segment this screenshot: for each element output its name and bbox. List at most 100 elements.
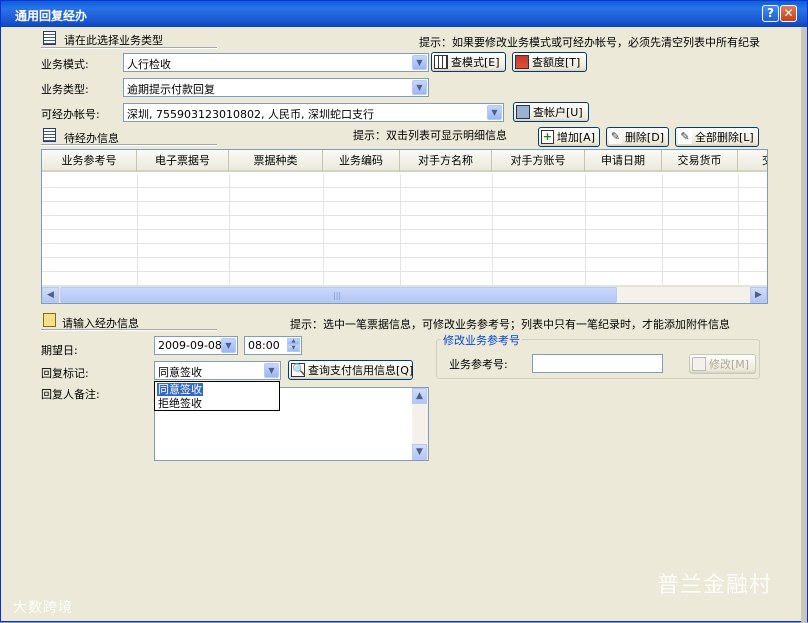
query-limit-button[interactable]: 查额度[T]: [512, 52, 587, 72]
account-label: 可经办帐号:: [41, 108, 100, 121]
window-title: 通用回复经办: [15, 9, 88, 23]
dialog-window: 通用回复经办 ? ✕ 请在此选择业务类型 提示：如果要修改业务模式或可经办帐号，…: [0, 0, 808, 623]
date-picker[interactable]: 2009-09-08 ▼: [154, 336, 238, 355]
query-mode-label: 查模式[E]: [451, 56, 500, 69]
column-header[interactable]: 交易货币: [662, 150, 738, 172]
vertical-scrollbar[interactable]: ▲ ▼: [412, 388, 428, 460]
section-pending-hint: 提示：双击列表可显示明细信息: [353, 129, 507, 142]
section-divider: [41, 329, 217, 331]
account-select-value: 深圳, 755903123010802, 人民币, 深圳蛇口支行: [127, 108, 374, 121]
scroll-down-icon[interactable]: ▼: [412, 444, 427, 460]
date-label: 期望日:: [41, 344, 78, 357]
modify-label: 修改[M]: [709, 358, 750, 371]
dropdown-option[interactable]: 同意签收: [157, 383, 203, 396]
spin-up-icon[interactable]: ▲: [287, 338, 300, 345]
delete-button[interactable]: ✎ 删除[D]: [606, 127, 669, 147]
reply-label: 回复标记:: [41, 367, 89, 380]
column-divider: [738, 174, 739, 286]
column-header[interactable]: 对手方名称: [400, 150, 492, 172]
close-button[interactable]: ✕: [780, 5, 797, 22]
table-header: 业务参考号 电子票据号 票据种类 业务编码 对手方名称 对手方账号 申请日期 交…: [42, 150, 767, 172]
scroll-right-icon[interactable]: ▶: [750, 287, 767, 303]
query-mode-button[interactable]: 查模式[E]: [431, 52, 506, 72]
modify-ref-title: 修改业务参考号: [441, 332, 522, 348]
spin-down-icon[interactable]: ▼: [287, 345, 300, 352]
table-body[interactable]: [42, 174, 767, 286]
type-label: 业务类型:: [41, 83, 89, 96]
delete-all-button[interactable]: ✎ 全部删除[L]: [675, 127, 759, 147]
ref-label: 业务参考号:: [449, 358, 508, 371]
scroll-up-icon[interactable]: ▲: [412, 388, 427, 404]
delete-all-icon: ✎: [678, 130, 692, 144]
window-right-edge: [801, 27, 807, 623]
watermark-left: 大数跨境: [13, 600, 73, 616]
scroll-thumb[interactable]: |||: [60, 287, 617, 303]
chevron-down-icon[interactable]: ▼: [487, 105, 502, 120]
chevron-down-icon[interactable]: ▼: [412, 80, 427, 95]
chevron-down-icon[interactable]: ▼: [412, 55, 427, 70]
account-icon: [516, 105, 530, 119]
watermark-right: 普兰金融村: [657, 573, 773, 598]
section-divider: [41, 47, 217, 49]
grip-icon: |||: [333, 291, 342, 300]
modify-button[interactable]: 修改[M]: [689, 354, 756, 374]
query-credit-button[interactable]: 🔍 查询支付信用信息[Q]: [288, 360, 413, 380]
mode-label: 业务模式:: [41, 58, 89, 71]
remark-label: 回复人备注:: [41, 388, 100, 401]
grid-icon: [434, 55, 448, 69]
chevron-down-icon[interactable]: ▼: [264, 363, 279, 378]
column-divider: [323, 174, 324, 286]
account-select[interactable]: 深圳, 755903123010802, 人民币, 深圳蛇口支行 ▼: [123, 103, 504, 122]
query-credit-label: 查询支付信用信息[Q]: [308, 364, 414, 377]
help-button[interactable]: ?: [762, 5, 779, 22]
column-header[interactable]: 电子票据号: [137, 150, 229, 172]
document-icon: [43, 31, 56, 45]
type-select-value: 逾期提示付款回复: [127, 83, 215, 96]
query-account-button[interactable]: 查帐户[U]: [513, 102, 589, 122]
time-value: 08:00: [248, 339, 280, 352]
reply-select[interactable]: 同意签收 ▼: [154, 361, 281, 380]
mode-select-value: 人行检收: [127, 58, 171, 71]
edit-icon: [692, 357, 706, 371]
column-header[interactable]: 对手方账号: [492, 150, 585, 172]
ref-input[interactable]: [532, 354, 663, 373]
delete-all-label: 全部删除[L]: [695, 131, 754, 144]
column-header[interactable]: 业务编码: [323, 150, 400, 172]
section-input-hint: 提示：选中一笔票据信息，可修改业务参考号；列表中只有一笔纪录时，才能添加附件信息: [290, 318, 730, 331]
horizontal-scrollbar[interactable]: ◀ ||| ▶: [42, 286, 767, 303]
delete-icon: ✎: [609, 130, 622, 144]
column-divider: [229, 174, 230, 286]
delete-label: 删除[D]: [624, 131, 664, 144]
column-header[interactable]: 交: [738, 150, 767, 172]
reply-select-value: 同意签收: [158, 366, 202, 379]
mode-select[interactable]: 人行检收 ▼: [123, 53, 429, 72]
add-icon: +: [541, 130, 554, 144]
list-icon: [43, 128, 56, 142]
chevron-down-icon[interactable]: ▼: [221, 338, 236, 353]
edit-icon: [43, 313, 56, 327]
column-divider: [492, 174, 493, 286]
scroll-left-icon[interactable]: ◀: [42, 287, 59, 303]
column-header[interactable]: 申请日期: [585, 150, 662, 172]
time-field[interactable]: 08:00 ▲ ▼: [244, 336, 302, 355]
chart-icon: [515, 55, 529, 69]
column-divider: [400, 174, 401, 286]
type-select[interactable]: 逾期提示付款回复 ▼: [123, 78, 429, 97]
title-bar[interactable]: 通用回复经办 ? ✕: [1, 1, 807, 27]
section-divider: [41, 144, 217, 146]
time-spinner[interactable]: ▲ ▼: [287, 338, 300, 353]
column-header[interactable]: 票据种类: [229, 150, 323, 172]
add-button[interactable]: + 增加[A]: [538, 127, 600, 147]
date-value: 2009-09-08: [158, 339, 222, 352]
column-header[interactable]: 业务参考号: [42, 150, 137, 172]
column-divider: [585, 174, 586, 286]
reply-dropdown-list[interactable]: 同意签收 拒绝签收: [154, 381, 280, 411]
add-label: 增加[A]: [556, 131, 595, 144]
query-limit-label: 查额度[T]: [532, 56, 581, 69]
query-account-label: 查帐户[U]: [533, 106, 583, 119]
dropdown-option[interactable]: 拒绝签收: [157, 397, 203, 410]
column-divider: [137, 174, 138, 286]
section-type-title: 请在此选择业务类型: [64, 34, 163, 47]
pending-table[interactable]: 业务参考号 电子票据号 票据种类 业务编码 对手方名称 对手方账号 申请日期 交…: [41, 149, 768, 304]
search-icon: 🔍: [291, 363, 306, 377]
